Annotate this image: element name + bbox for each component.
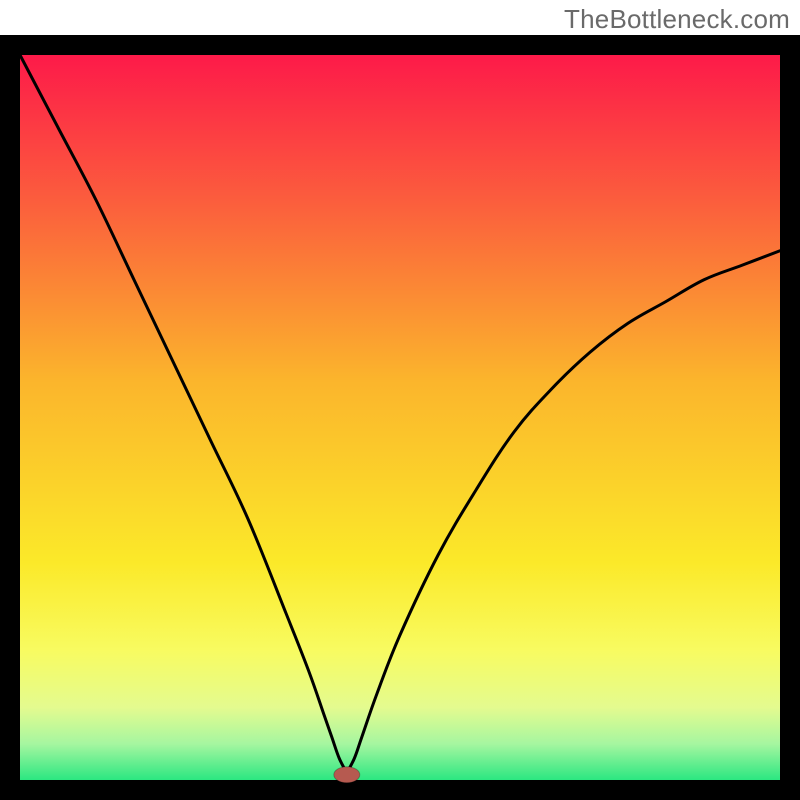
bottleneck-chart: TheBottleneck.com (0, 0, 800, 800)
watermark-label: TheBottleneck.com (564, 4, 790, 35)
minimum-marker (334, 767, 360, 783)
chart-canvas (0, 0, 800, 800)
